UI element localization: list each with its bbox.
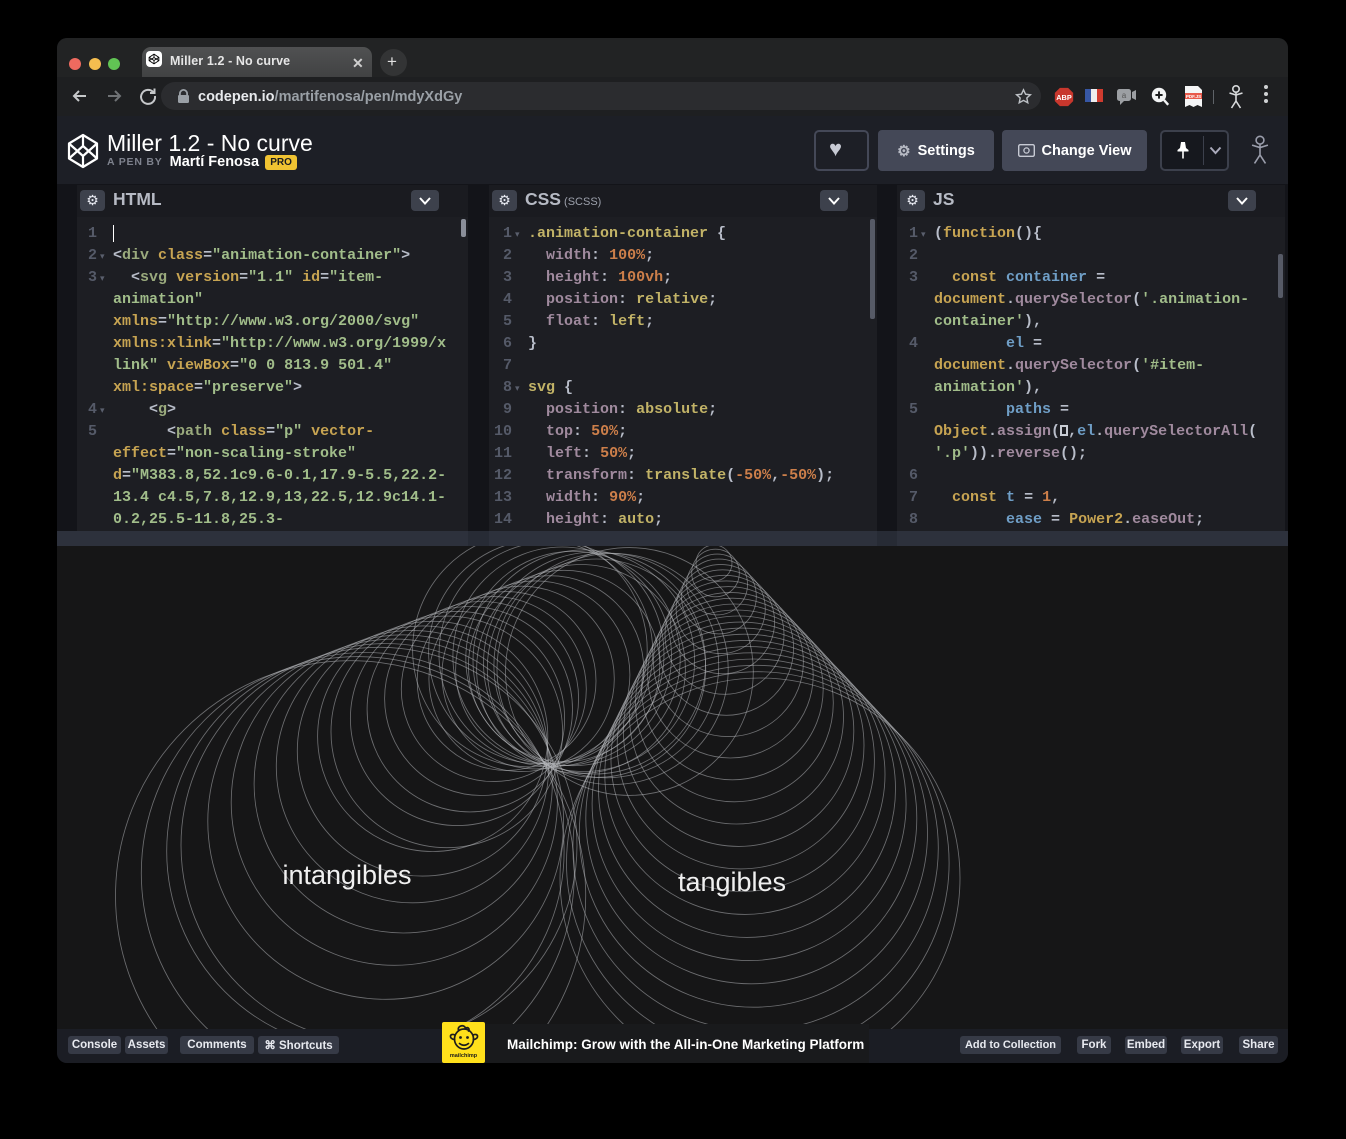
svg-text:a: a [1122, 91, 1127, 100]
svg-text:ABP: ABP [1056, 93, 1072, 102]
svg-text:PDF.JS: PDF.JS [1186, 94, 1201, 99]
